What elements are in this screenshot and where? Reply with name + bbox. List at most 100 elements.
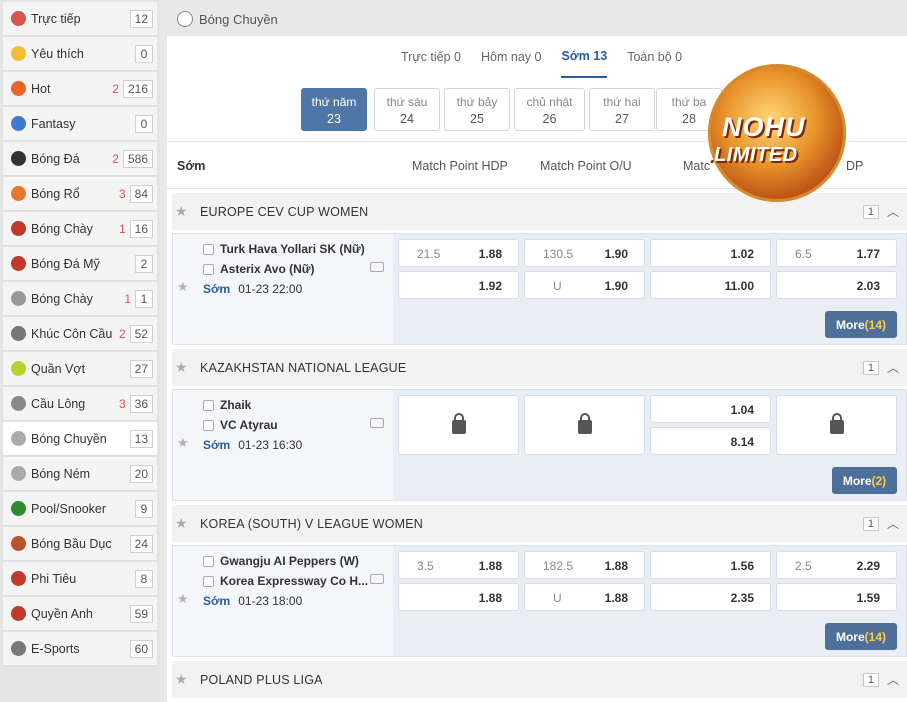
sidebar-item[interactable]: E-Sports 60 <box>3 632 157 666</box>
odds-cell[interactable]: 8.14 <box>650 427 771 455</box>
odds-value: 1.92 <box>478 279 502 293</box>
odds-cell[interactable]: 21.5 1.88 <box>398 239 519 267</box>
status-badge: Sớm <box>203 594 231 608</box>
event-count: 1 <box>135 289 153 308</box>
sidebar-item-label: Cầu Lông <box>31 396 86 411</box>
day-button[interactable]: thứ năm 23 <box>301 88 367 131</box>
odds-cell[interactable]: 1.02 <box>650 239 771 267</box>
odds-cell[interactable]: 1.56 <box>650 551 771 579</box>
event-count: 20 <box>129 464 153 483</box>
day-button[interactable]: thứ bảy 25 <box>444 88 510 131</box>
sidebar-item[interactable]: Quyền Anh 59 <box>3 597 157 631</box>
odds-value: 1.88 <box>604 591 628 605</box>
odds-cell[interactable]: 130.5 1.90 <box>524 239 645 267</box>
sidebar-item[interactable]: Bóng Đá 2 586 <box>3 142 157 176</box>
odds-cell[interactable]: U 1.90 <box>524 271 645 299</box>
sidebar-item[interactable]: Quần Vợt 27 <box>3 352 157 386</box>
sidebar-item[interactable]: Trực tiếp 12 <box>3 2 157 36</box>
match-row: ★ Zhaik VC Atyrau Sớm 01-23 16:30 1.04 8.… <box>172 389 907 501</box>
odds-cell[interactable]: 11.00 <box>650 271 771 299</box>
odds-cell[interactable]: 182.5 1.88 <box>524 551 645 579</box>
match-status: Sớm 01-23 18:00 <box>203 594 302 608</box>
tv-icon[interactable] <box>370 418 384 428</box>
odds-value: 2.03 <box>856 279 880 293</box>
league-count: 1 <box>862 204 879 219</box>
league-header[interactable]: ★ POLAND PLUS LIGA 1 ︿ <box>172 661 907 698</box>
star-icon[interactable]: ★ <box>177 435 189 451</box>
more-button[interactable]: More (14) <box>825 623 897 650</box>
sidebar-item[interactable]: Pool/Snooker 9 <box>3 492 157 526</box>
tv-icon[interactable] <box>370 262 384 272</box>
volleyball-icon <box>11 431 26 446</box>
chevron-up-icon[interactable]: ︿ <box>887 359 899 376</box>
sidebar-item[interactable]: Hot 2 216 <box>3 72 157 106</box>
league-name: POLAND PLUS LIGA <box>200 672 323 687</box>
star-icon[interactable]: ★ <box>177 279 189 295</box>
odds-cell[interactable]: 1.59 <box>776 583 897 611</box>
sidebar-item[interactable]: Fantasy 0 <box>3 107 157 141</box>
more-label: More <box>842 473 872 488</box>
flame-icon <box>11 81 26 96</box>
league-header[interactable]: ★ KOREA (SOUTH) V LEAGUE WOMEN 1 ︿ <box>172 505 907 542</box>
odds-value: 2.35 <box>730 591 754 605</box>
odds-cell[interactable]: 1.92 <box>398 271 519 299</box>
live-count: 2 <box>112 151 119 166</box>
odds-cell[interactable]: 1.88 <box>398 583 519 611</box>
tab-today[interactable]: Hôm nay 0 <box>481 36 541 78</box>
day-button[interactable]: chủ nhật 26 <box>514 88 585 131</box>
sidebar-item[interactable]: Cầu Lông 3 36 <box>3 387 157 421</box>
star-icon[interactable]: ★ <box>175 515 191 532</box>
softball-icon <box>11 291 26 306</box>
star-icon[interactable]: ★ <box>175 359 191 376</box>
star-icon[interactable]: ★ <box>175 203 191 220</box>
handicap: U <box>553 591 562 605</box>
match-info: ★ Turk Hava Yollari SK (Nữ) Asterix Avo … <box>173 234 393 344</box>
col-match: Matc <box>683 159 711 173</box>
odds-cell[interactable]: 6.5 1.77 <box>776 239 897 267</box>
sidebar-item[interactable]: Bóng Bầu Dục 24 <box>3 527 157 561</box>
chevron-up-icon[interactable]: ︿ <box>887 515 899 532</box>
more-button[interactable]: More (2) <box>832 467 897 494</box>
match-row: ★ Gwangju AI Peppers (W) Korea Expresswa… <box>172 545 907 657</box>
sidebar-item-label: Bóng Đá <box>31 151 80 166</box>
sidebar-item[interactable]: Bóng Đá Mỹ 2 <box>3 247 157 281</box>
tv-icon[interactable] <box>370 574 384 584</box>
sidebar-item[interactable]: Bóng Rổ 3 84 <box>3 177 157 211</box>
sidebar-item[interactable]: Yêu thích 0 <box>3 37 157 71</box>
sidebar-item[interactable]: Khúc Côn Cầu 2 52 <box>3 317 157 351</box>
sidebar-item[interactable]: Phi Tiêu 8 <box>3 562 157 596</box>
lock-icon <box>577 413 592 434</box>
sidebar-item[interactable]: Bóng Chày 1 1 <box>3 282 157 316</box>
star-icon[interactable]: ★ <box>175 671 191 688</box>
odds-value: 1.04 <box>730 403 754 417</box>
match-time: 01-23 22:00 <box>238 282 303 296</box>
handicap: 6.5 <box>795 247 812 261</box>
sidebar-item[interactable]: Bóng Ném 20 <box>3 457 157 491</box>
more-button[interactable]: More (14) <box>825 311 897 338</box>
odds-cell[interactable]: 3.5 1.88 <box>398 551 519 579</box>
chevron-up-icon[interactable]: ︿ <box>887 203 899 220</box>
star-icon[interactable]: ★ <box>177 591 189 607</box>
live-count: 2 <box>112 81 119 96</box>
tab-live[interactable]: Trực tiếp 0 <box>401 36 461 78</box>
odds-cell[interactable]: 2.35 <box>650 583 771 611</box>
day-button[interactable]: thứ hai 27 <box>589 88 655 131</box>
odds-cell[interactable]: 1.04 <box>650 395 771 423</box>
status-badge: Sớm <box>203 438 231 452</box>
tab-all[interactable]: Toàn bộ 0 <box>627 36 682 78</box>
day-button[interactable]: thứ sáu 24 <box>374 88 440 131</box>
sidebar-item[interactable]: Bóng Chày 1 16 <box>3 212 157 246</box>
league-header[interactable]: ★ KAZAKHSTAN NATIONAL LEAGUE 1 ︿ <box>172 349 907 386</box>
tab-early[interactable]: Sớm 13 <box>561 36 608 78</box>
odds-value: 1.02 <box>730 247 754 261</box>
odds-cell[interactable]: 2.5 2.29 <box>776 551 897 579</box>
chevron-up-icon[interactable]: ︿ <box>887 671 899 688</box>
odds-cell[interactable]: 2.03 <box>776 271 897 299</box>
odds-value: 1.88 <box>478 247 502 261</box>
league-count: 1 <box>862 360 879 375</box>
col-hdp: DP <box>846 159 864 173</box>
sidebar-item[interactable]: Bóng Chuyền 13 <box>3 422 157 456</box>
sidebar-item-label: Bóng Đá Mỹ <box>31 256 100 271</box>
match-info: ★ Zhaik VC Atyrau Sớm 01-23 16:30 <box>173 390 393 500</box>
odds-cell[interactable]: U 1.88 <box>524 583 645 611</box>
